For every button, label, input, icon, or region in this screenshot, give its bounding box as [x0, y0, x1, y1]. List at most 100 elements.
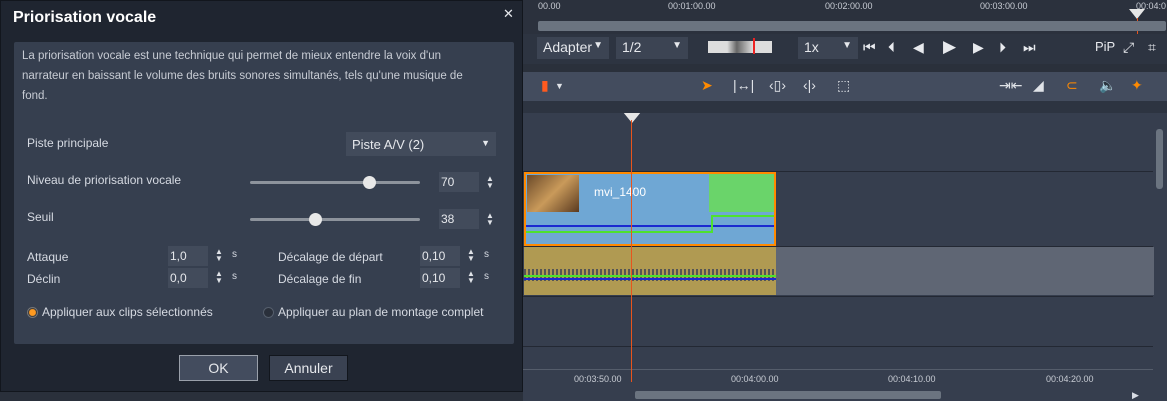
audio-line [526, 225, 774, 227]
speed-value: 1x [804, 39, 819, 55]
transition-block [709, 174, 774, 212]
dialog-title: Priorisation vocale [13, 9, 157, 26]
apply-all-radio[interactable] [263, 307, 274, 318]
prev-marker-icon[interactable]: ⏴ [888, 39, 895, 56]
volume-shuttle[interactable] [708, 38, 772, 54]
split-icon[interactable]: ⇥⇤ [999, 77, 1022, 94]
ruler-label: 00:04:10.00 [888, 374, 936, 384]
pip-button[interactable]: PiP [1095, 39, 1115, 54]
ruler-label: 00:03:00.00 [980, 1, 1028, 11]
main-track-select[interactable]: Piste A/V (2) ▼ [346, 132, 496, 156]
slip-tool-icon[interactable]: ‹▯› [769, 77, 786, 94]
decay-input[interactable]: 0,0 [168, 268, 208, 288]
close-icon[interactable]: ✕ [503, 6, 514, 22]
magic-wand-icon[interactable]: ✦ [1131, 77, 1143, 94]
attack-label: Attaque [27, 250, 69, 264]
empty-track-region [776, 247, 1154, 295]
ok-button[interactable]: OK [179, 355, 258, 381]
fit-select[interactable]: Adapter ▼ [537, 37, 609, 59]
end-offset-label: Décalage de fin [278, 272, 362, 286]
apply-all-label[interactable]: Appliquer au plan de montage complet [278, 305, 483, 319]
level-spinner-icon[interactable]: ▲ ▼ [485, 175, 495, 190]
magnet-icon[interactable]: ⊂ [1066, 77, 1078, 94]
threshold-label: Seuil [27, 210, 54, 224]
ruler-label: 00:04:00.00 [731, 374, 779, 384]
volume-envelope[interactable] [526, 231, 712, 233]
end-offset-input[interactable]: 0,10 [420, 268, 460, 288]
marker-dropdown-icon[interactable]: ▼ [555, 81, 564, 91]
ruler-label: 00:02:00.00 [825, 1, 873, 11]
ruler-label: 00:03:50.00 [574, 374, 622, 384]
horizontal-scrollbar[interactable] [635, 391, 941, 399]
ruler-label: 00:04:20.00 [1046, 374, 1094, 384]
fullscreen-icon[interactable]: ⤢ [1123, 39, 1134, 56]
video-clip[interactable]: mvi_1400 [524, 172, 776, 246]
time-ruler-line [523, 369, 1153, 370]
threshold-slider[interactable] [250, 213, 420, 226]
insert-icon[interactable]: ◢ [1033, 77, 1044, 94]
start-offset-input[interactable]: 0,10 [420, 246, 460, 266]
clip-thumbnail [527, 175, 579, 212]
speed-select[interactable]: 1x ▼ [798, 37, 858, 59]
threshold-slider-knob[interactable] [308, 213, 322, 226]
threshold-input[interactable]: 38 [439, 209, 479, 229]
crop-icon[interactable]: ⌗ [1148, 39, 1156, 56]
timeline-toolbar: ▮ ▼ ➤ |↔| ‹▯› ‹|› ⬚ ⇥⇤ ◢ ⊂ 🔈 ✦ [523, 72, 1167, 101]
volume-envelope[interactable] [711, 215, 713, 233]
go-start-icon[interactable]: ⏮ [863, 39, 876, 56]
player-controls: Adapter ▼ 1/2 ▼ 1x ▼ ⏮ ⏴ ◀ ▶ ▶ ⏵ ⏭ PiP ⤢ ⌗ [523, 34, 1167, 64]
level-slider-knob[interactable] [363, 176, 376, 189]
next-frame-icon[interactable]: ▶ [973, 39, 984, 56]
start-offset-spinner-icon[interactable]: ▲ ▼ [466, 248, 476, 263]
level-input[interactable]: 70 [439, 172, 479, 192]
volume-envelope[interactable] [524, 275, 776, 277]
decay-label: Déclin [27, 272, 61, 286]
select-tool-icon[interactable]: ➤ [701, 77, 713, 94]
decay-unit: s [232, 271, 237, 282]
prev-frame-icon[interactable]: ◀ [913, 39, 924, 56]
fit-value: Adapter [543, 39, 593, 55]
volume-envelope[interactable] [711, 215, 774, 217]
level-label: Niveau de priorisation vocale [27, 173, 182, 187]
apply-selected-label[interactable]: Appliquer aux clips sélectionnés [42, 305, 213, 319]
settings-panel: La priorisation vocale est une technique… [14, 42, 514, 344]
ruler-label: 00:01:00.00 [668, 1, 716, 11]
level-slider[interactable] [250, 176, 420, 189]
scroll-thumb[interactable] [1156, 129, 1163, 189]
quality-value: 1/2 [622, 39, 642, 55]
decay-spinner-icon[interactable]: ▲ ▼ [214, 270, 224, 285]
audio-clip[interactable] [524, 247, 776, 295]
threshold-spinner-icon[interactable]: ▲ ▼ [485, 212, 495, 227]
next-marker-icon[interactable]: ⏵ [999, 39, 1006, 56]
roll-tool-icon[interactable]: ‹|› [803, 77, 816, 93]
start-offset-unit: s [484, 249, 489, 260]
overview-scrollbar[interactable] [538, 21, 1166, 31]
main-track-label: Piste principale [27, 136, 109, 150]
play-icon[interactable]: ▶ [943, 37, 956, 57]
trim-tool-icon[interactable]: |↔| [733, 77, 754, 93]
end-offset-spinner-icon[interactable]: ▲ ▼ [466, 270, 476, 285]
description: La priorisation vocale est une technique… [22, 50, 463, 102]
scroll-right-icon[interactable]: ▶ [1132, 390, 1139, 401]
quality-select[interactable]: 1/2 ▼ [616, 37, 688, 59]
timeline-header [523, 101, 1167, 113]
attack-input[interactable]: 1,0 [168, 246, 208, 266]
marker-icon[interactable]: ▮ [541, 77, 549, 94]
start-offset-label: Décalage de départ [278, 250, 383, 264]
track-divider [523, 346, 1153, 347]
track-divider [523, 296, 1153, 297]
audio-scrub-icon[interactable]: 🔈 [1099, 77, 1116, 94]
go-end-icon[interactable]: ⏭ [1023, 39, 1036, 56]
fit-timeline-icon[interactable]: ⬚ [837, 77, 850, 94]
shuttle-marker [753, 38, 755, 54]
clip-name: mvi_1400 [594, 185, 647, 199]
attack-spinner-icon[interactable]: ▲ ▼ [214, 248, 224, 263]
vertical-scrollbar[interactable] [1155, 121, 1165, 371]
playhead-line[interactable] [631, 120, 632, 382]
apply-selected-radio[interactable] [27, 307, 38, 318]
end-offset-unit: s [484, 271, 489, 282]
main-track-value: Piste A/V (2) [352, 137, 425, 152]
playhead-handle-icon[interactable] [623, 112, 641, 123]
ruler-label: 00.00 [538, 1, 561, 11]
cancel-button[interactable]: Annuler [269, 355, 348, 381]
